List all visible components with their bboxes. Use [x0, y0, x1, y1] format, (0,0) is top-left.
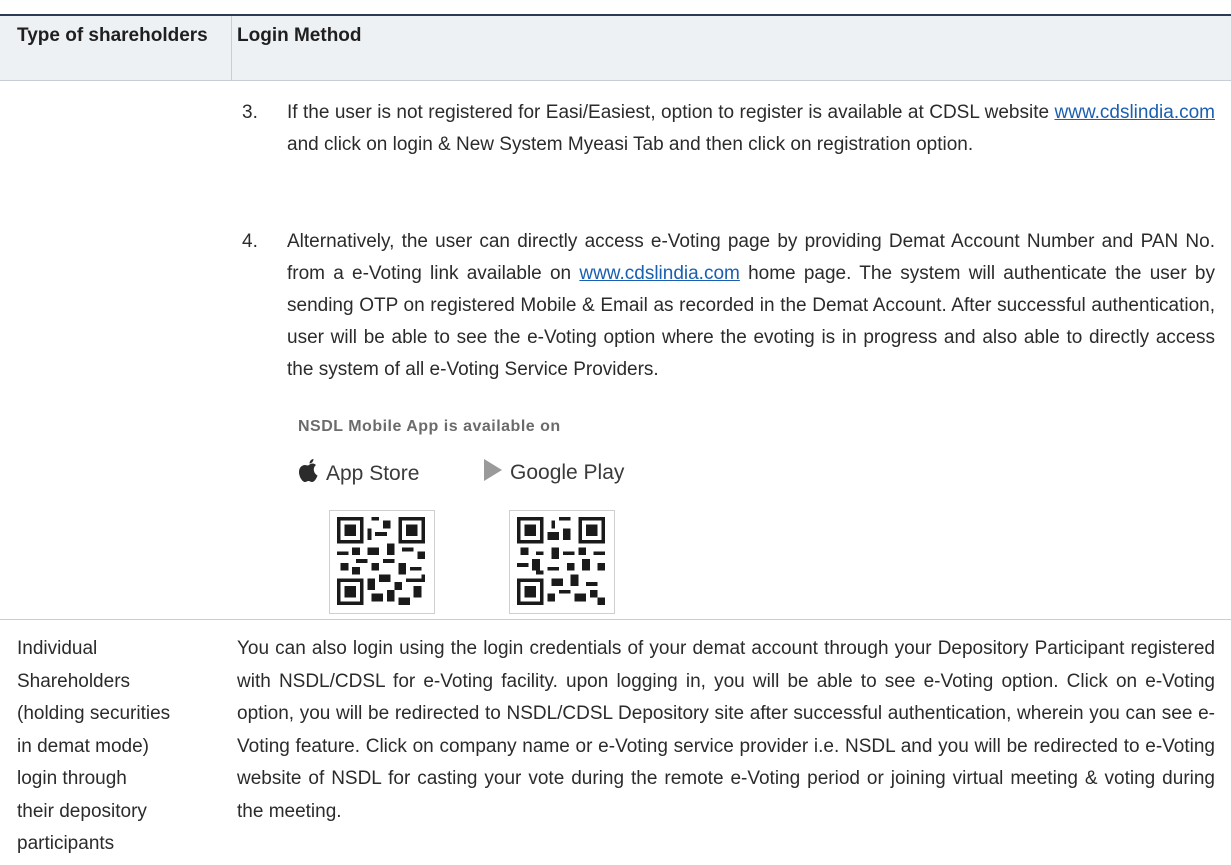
table-header: Type of shareholders Login Method — [0, 16, 1231, 81]
type-line: (holding securities — [17, 703, 171, 724]
item-3-text-after: and click on login & New System Myeasi T… — [287, 134, 974, 155]
google-play-badge[interactable]: Google Play — [482, 458, 624, 488]
item-3-text: If the user is not registered for Easi/E… — [287, 97, 1215, 161]
google-play-qr-code — [509, 510, 615, 614]
item-4-number: 4. — [242, 231, 258, 252]
row2-type-of-shareholders: Individual Shareholders (holding securit… — [17, 633, 222, 861]
apple-logo-icon — [298, 458, 320, 490]
type-line: in demat mode) — [17, 735, 150, 757]
type-line: participants — [17, 833, 115, 854]
type-line: Individual — [17, 638, 98, 659]
app-store-badge[interactable]: App Store — [298, 458, 419, 490]
type-line: their depository — [17, 800, 147, 822]
item-4-text: Alternatively, the user can directly acc… — [287, 226, 1215, 386]
nsdl-app-label: NSDL Mobile App is available on — [298, 418, 561, 435]
item-3-number: 3. — [242, 102, 258, 123]
cdsl-home-link[interactable]: www.cdslindia.com — [579, 263, 740, 284]
header-login-method: Login Method — [237, 25, 362, 46]
app-store-label: App Store — [326, 462, 420, 485]
item-3-text-before: If the user is not registered for Easi/E… — [287, 102, 1055, 123]
type-line: login through — [17, 768, 127, 789]
cdsl-link[interactable]: www.cdslindia.com — [1055, 102, 1216, 123]
play-triangle-icon — [482, 458, 504, 488]
type-line: Shareholders — [17, 670, 131, 692]
app-store-qr-code — [329, 510, 435, 614]
header-column-divider — [231, 16, 232, 80]
header-type-of-shareholders: Type of shareholders — [17, 25, 208, 46]
google-play-label: Google Play — [510, 461, 625, 484]
row-separator — [0, 619, 1231, 620]
row2-login-method: You can also login using the login crede… — [237, 638, 1215, 822]
